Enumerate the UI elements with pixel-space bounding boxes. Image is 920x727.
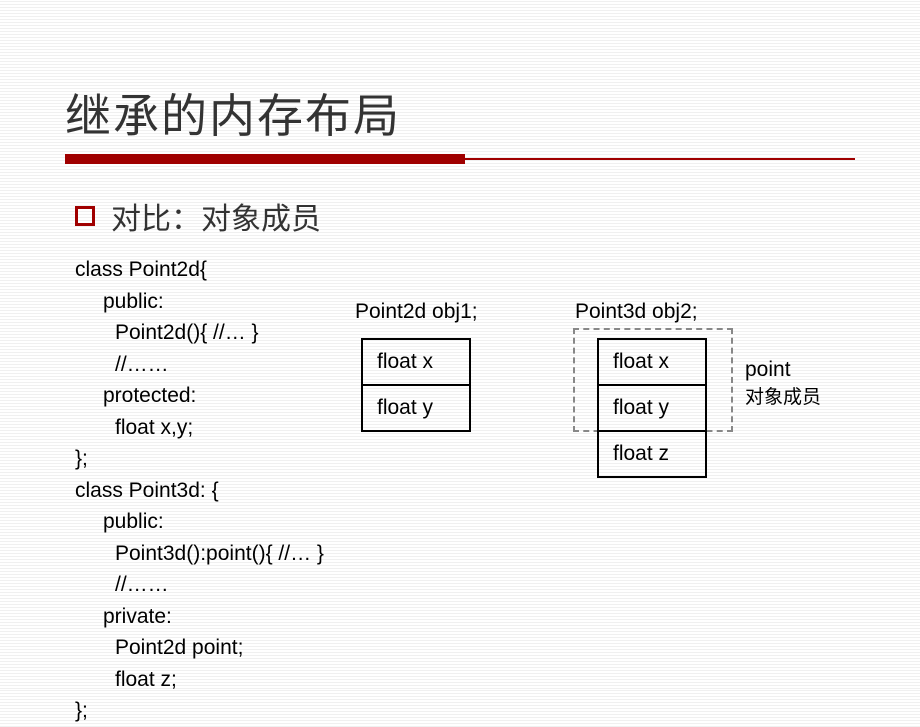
memory-cell: float x — [599, 340, 705, 386]
slide: 继承的内存布局 对比：对象成员 class Point2d{ public: P… — [0, 0, 920, 727]
bullet-row: 对比：对象成员 — [75, 194, 855, 238]
code-line: }; — [75, 443, 855, 475]
code-line: Point2d point; — [75, 632, 855, 664]
code-line: class Point3d: { — [75, 475, 855, 507]
code-line: float z; — [75, 664, 855, 696]
obj2-label: Point3d obj2; — [575, 300, 707, 324]
obj1-boxes: float x float y — [361, 338, 471, 432]
content-area: class Point2d{ public: Point2d(){ //… } … — [65, 254, 855, 727]
annotation-label: point — [745, 358, 821, 382]
code-line: Point3d():point(){ //… } — [75, 538, 855, 570]
slide-title: 继承的内存布局 — [65, 80, 855, 146]
code-line: class Point2d{ — [75, 254, 855, 286]
rule-thick — [65, 154, 465, 164]
code-line: private: — [75, 601, 855, 633]
annotation: point 对象成员 — [745, 358, 821, 409]
annotation-sublabel: 对象成员 — [745, 382, 821, 409]
code-line: //…… — [75, 569, 855, 601]
memory-cell: float y — [363, 386, 469, 430]
obj2-group: Point3d obj2; float x float y float z — [575, 300, 707, 478]
obj2-boxes: float x float y float z — [597, 338, 707, 478]
memory-cell: float y — [599, 386, 705, 432]
obj1-group: Point2d obj1; float x float y — [355, 300, 478, 432]
memory-cell: float x — [363, 340, 469, 386]
code-line: }; — [75, 695, 855, 727]
code-line: public: — [75, 506, 855, 538]
title-underline — [65, 154, 855, 164]
obj1-label: Point2d obj1; — [355, 300, 478, 324]
bullet-text: 对比：对象成员 — [111, 194, 321, 238]
memory-cell: float z — [599, 432, 705, 476]
rule-thin — [465, 158, 855, 160]
bullet-icon — [75, 206, 95, 226]
